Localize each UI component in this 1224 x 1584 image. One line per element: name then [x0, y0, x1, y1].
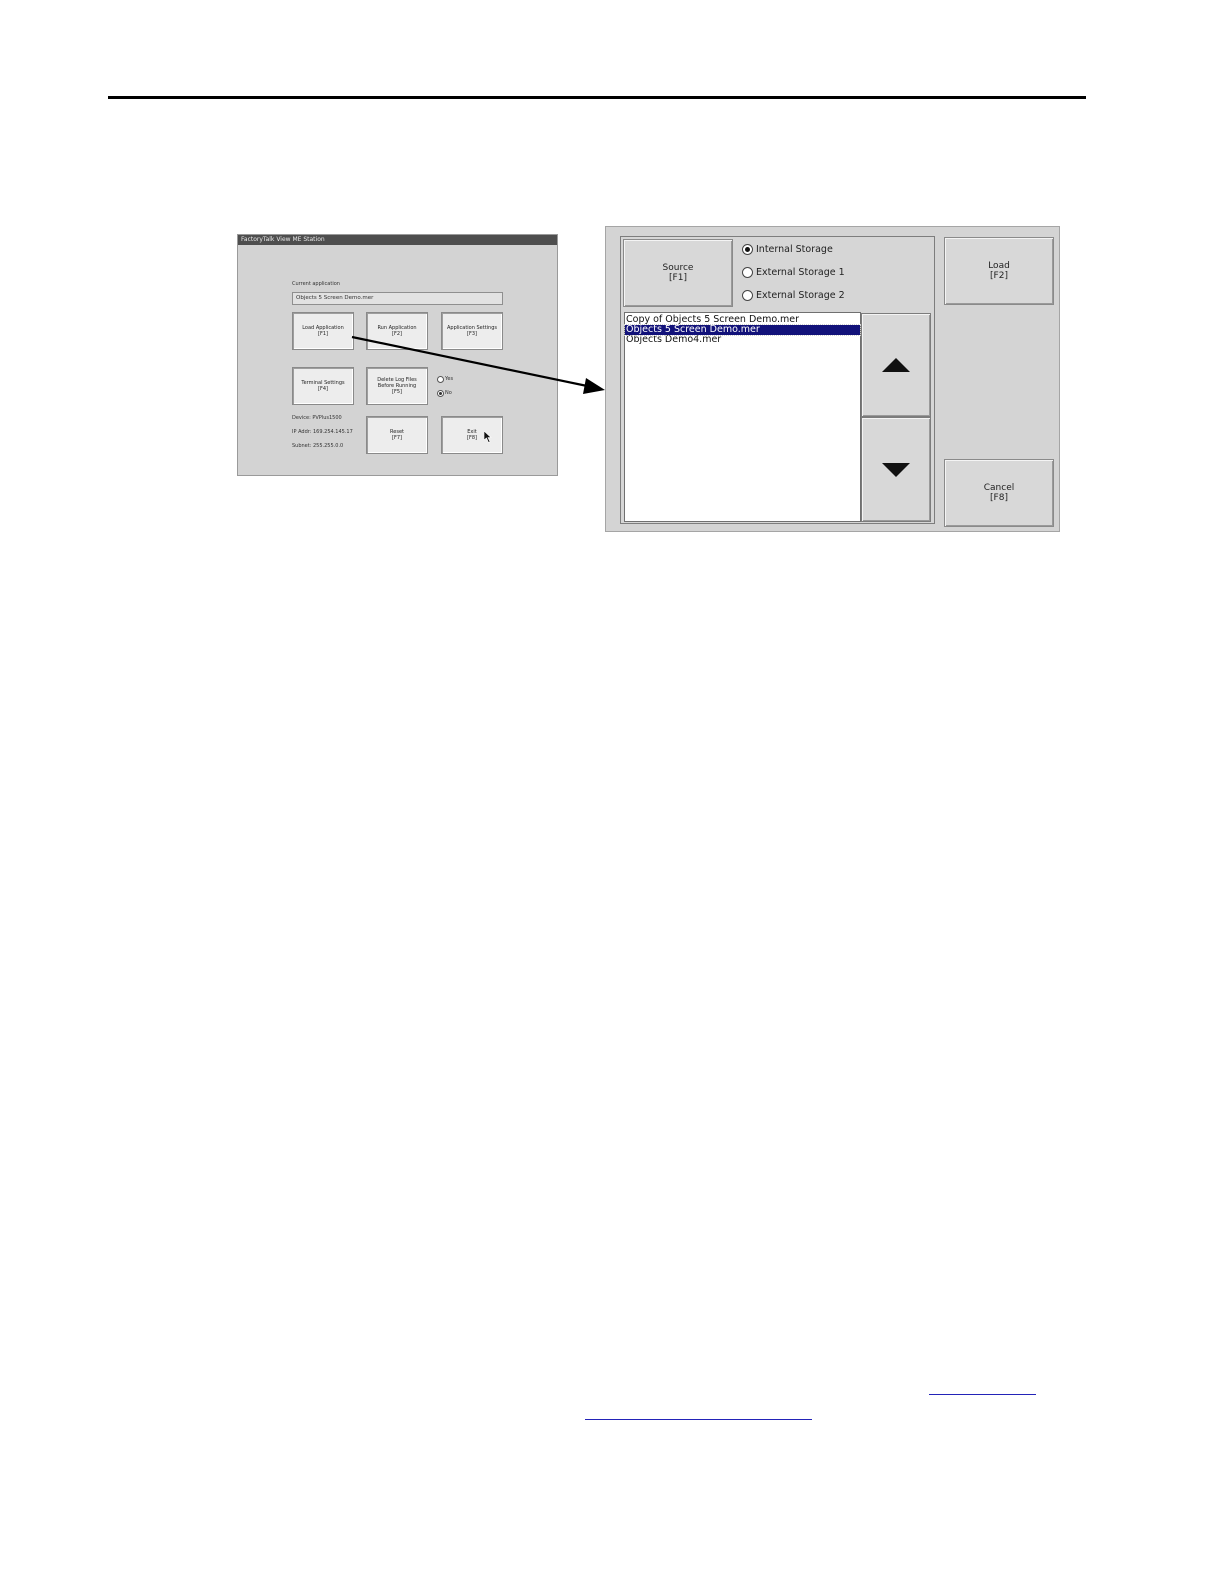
arrow-down-icon [882, 462, 910, 477]
file-list-item[interactable]: Objects Demo4.mer [625, 335, 860, 345]
cancel-label: Cancel [983, 483, 1015, 493]
load-label: Load [988, 261, 1010, 271]
scroll-up-button[interactable] [861, 313, 931, 417]
hyperlink-underline[interactable] [929, 1394, 1036, 1395]
file-list[interactable]: Copy of Objects 5 Screen Demo.mer Object… [624, 312, 861, 522]
external-storage-1-option[interactable]: External Storage 1 [742, 267, 845, 278]
source-label: Source [662, 263, 694, 273]
external-storage-2-option[interactable]: External Storage 2 [742, 290, 845, 301]
hyperlink-underline[interactable] [585, 1419, 812, 1420]
source-key: [F1] [669, 273, 687, 283]
load-button[interactable]: Load [F2] [944, 237, 1054, 305]
load-application-dialog: Source [F1] Internal Storage External St… [605, 226, 1060, 532]
cancel-key: [F8] [990, 493, 1008, 503]
internal-storage-radio[interactable] [742, 244, 753, 255]
cancel-button[interactable]: Cancel [F8] [944, 459, 1054, 527]
source-button[interactable]: Source [F1] [623, 239, 733, 307]
arrow-up-icon [882, 358, 910, 372]
external-storage-1-radio[interactable] [742, 267, 753, 278]
external-storage-2-radio[interactable] [742, 290, 753, 301]
internal-storage-label: Internal Storage [756, 244, 833, 255]
external-storage-2-label: External Storage 2 [756, 290, 845, 301]
external-storage-1-label: External Storage 1 [756, 267, 845, 278]
load-key: [F2] [990, 271, 1008, 281]
scroll-down-button[interactable] [861, 417, 931, 522]
internal-storage-option[interactable]: Internal Storage [742, 244, 833, 255]
